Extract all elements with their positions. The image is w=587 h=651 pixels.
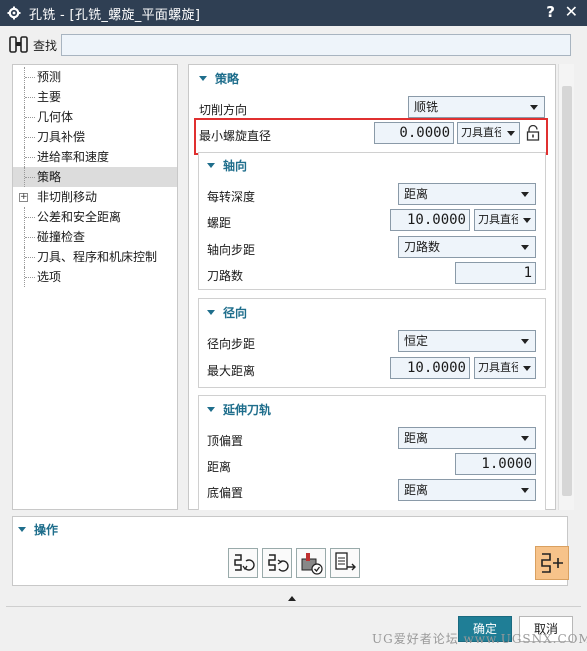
tool-path-edit-button[interactable] [535,546,569,580]
tree-item-label: 刀具、程序和机床控制 [37,250,158,264]
tree-item-label: 公差和安全距离 [37,210,122,224]
operations-section-header[interactable]: 操作 [18,521,58,538]
close-button[interactable]: ✕ [565,2,578,21]
radial-section-header[interactable]: 径向 [207,304,247,321]
distance-label: 距离 [207,460,232,474]
section-title: 延伸刀轨 [223,403,272,417]
generate-button[interactable] [228,548,258,578]
radial-stepover-select[interactable]: 恒定 [398,330,536,352]
panel-scrollbar[interactable] [558,64,574,510]
tree-item-label: 几何体 [37,110,74,124]
replay-button[interactable] [262,548,292,578]
num-passes-input[interactable]: 1 [455,262,536,284]
watermark: UG爱好者论坛 www.UGSNX.COM [372,632,587,646]
tree-item-preview[interactable]: 预测 [13,67,177,87]
help-button[interactable]: ? [546,3,555,21]
tree-item-cutter-compensation[interactable]: 刀具补偿 [13,127,177,147]
settings-tree: 预测 主要 几何体 刀具补偿 进给率和速度 策略 + 非切削移动 公差和安全距离 … [12,64,178,510]
strategy-section-header[interactable]: 策略 [199,70,239,87]
depth-per-rev-label: 每转深度 [207,190,256,204]
tree-item-label: 选项 [37,270,62,284]
pitch-label: 螺距 [207,216,232,230]
title-bar: 孔铣 - [孔铣_螺旋_平面螺旋] ? ✕ [0,0,587,26]
axial-stepover-label: 轴向步距 [207,243,256,257]
top-offset-select[interactable]: 距离 [398,427,536,449]
tree-item-collision-check[interactable]: 碰撞检查 [13,227,177,247]
find-label: 查找 [33,38,58,53]
generate-icon [234,554,255,571]
max-distance-input[interactable]: 10.0000 [390,357,470,379]
cut-direction-label: 切削方向 [199,103,248,117]
binoculars-icon[interactable] [8,35,30,55]
collapse-dialog-arrow-icon[interactable] [288,596,296,601]
tree-item-label: 主要 [37,90,62,104]
tree-item-label: 非切削移动 [37,190,98,204]
expand-icon[interactable]: + [19,193,28,202]
collapse-triangle-icon [207,310,215,315]
section-title: 轴向 [223,159,248,173]
collapse-triangle-icon [199,76,207,81]
replay-icon [268,554,289,572]
collapse-triangle-icon [207,163,215,168]
find-bar: 查找 [8,32,579,58]
max-distance-unit-select[interactable]: 刀具直径 [474,357,536,379]
tree-item-geometry[interactable]: 几何体 [13,107,177,127]
bottom-offset-select[interactable]: 距离 [398,479,536,501]
pitch-input[interactable]: 10.0000 [390,209,470,231]
axial-stepover-select[interactable]: 刀路数 [398,236,536,258]
num-passes-label: 刀路数 [207,269,244,283]
find-input[interactable] [61,34,572,56]
divider [6,606,581,607]
tree-item-tool-program-machine[interactable]: 刀具、程序和机床控制 [13,247,177,267]
unit-label: 刀具直径 [478,213,518,226]
verify-button[interactable] [296,548,326,578]
highlight-box [194,118,548,155]
tree-item-label: 进给率和速度 [37,150,110,164]
tree-item-main[interactable]: 主要 [13,87,177,107]
tree-item-options[interactable]: 选项 [13,267,177,287]
collapse-triangle-icon [18,527,26,532]
collapse-triangle-icon [207,407,215,412]
window-title: 孔铣 - [孔铣_螺旋_平面螺旋] [29,7,201,23]
section-title: 操作 [34,523,59,537]
top-offset-label: 顶偏置 [207,434,244,448]
section-title: 策略 [215,72,240,86]
section-title: 径向 [223,306,248,320]
scrollbar-thumb[interactable] [562,86,572,496]
pitch-unit-select[interactable]: 刀具直径 [474,209,536,231]
tree-item-strategy[interactable]: 策略 [13,167,177,187]
tree-item-label: 预测 [37,70,62,84]
depth-per-rev-select[interactable]: 距离 [398,183,536,205]
tree-item-label: 碰撞检查 [37,230,86,244]
distance-input[interactable]: 1.0000 [455,453,536,475]
path-edit-icon [541,553,563,573]
radial-stepover-label: 径向步距 [207,337,256,351]
tree-item-tolerances[interactable]: 公差和安全距离 [13,207,177,227]
extend-section-header[interactable]: 延伸刀轨 [207,401,271,418]
tree-item-label: 策略 [37,170,62,184]
gear-icon [7,6,21,20]
unit-label: 刀具直径 [478,361,518,374]
cut-direction-select[interactable]: 顺铣 [408,96,545,118]
axial-section-header[interactable]: 轴向 [207,157,247,174]
tree-item-feeds-speeds[interactable]: 进给率和速度 [13,147,177,167]
max-distance-label: 最大距离 [207,364,256,378]
list-button[interactable] [330,548,360,578]
list-icon [335,552,356,571]
tree-item-non-cutting-moves[interactable]: + 非切削移动 [13,187,177,207]
tree-item-label: 刀具补偿 [37,130,86,144]
verify-icon [301,553,323,575]
bottom-offset-label: 底偏置 [207,486,244,500]
